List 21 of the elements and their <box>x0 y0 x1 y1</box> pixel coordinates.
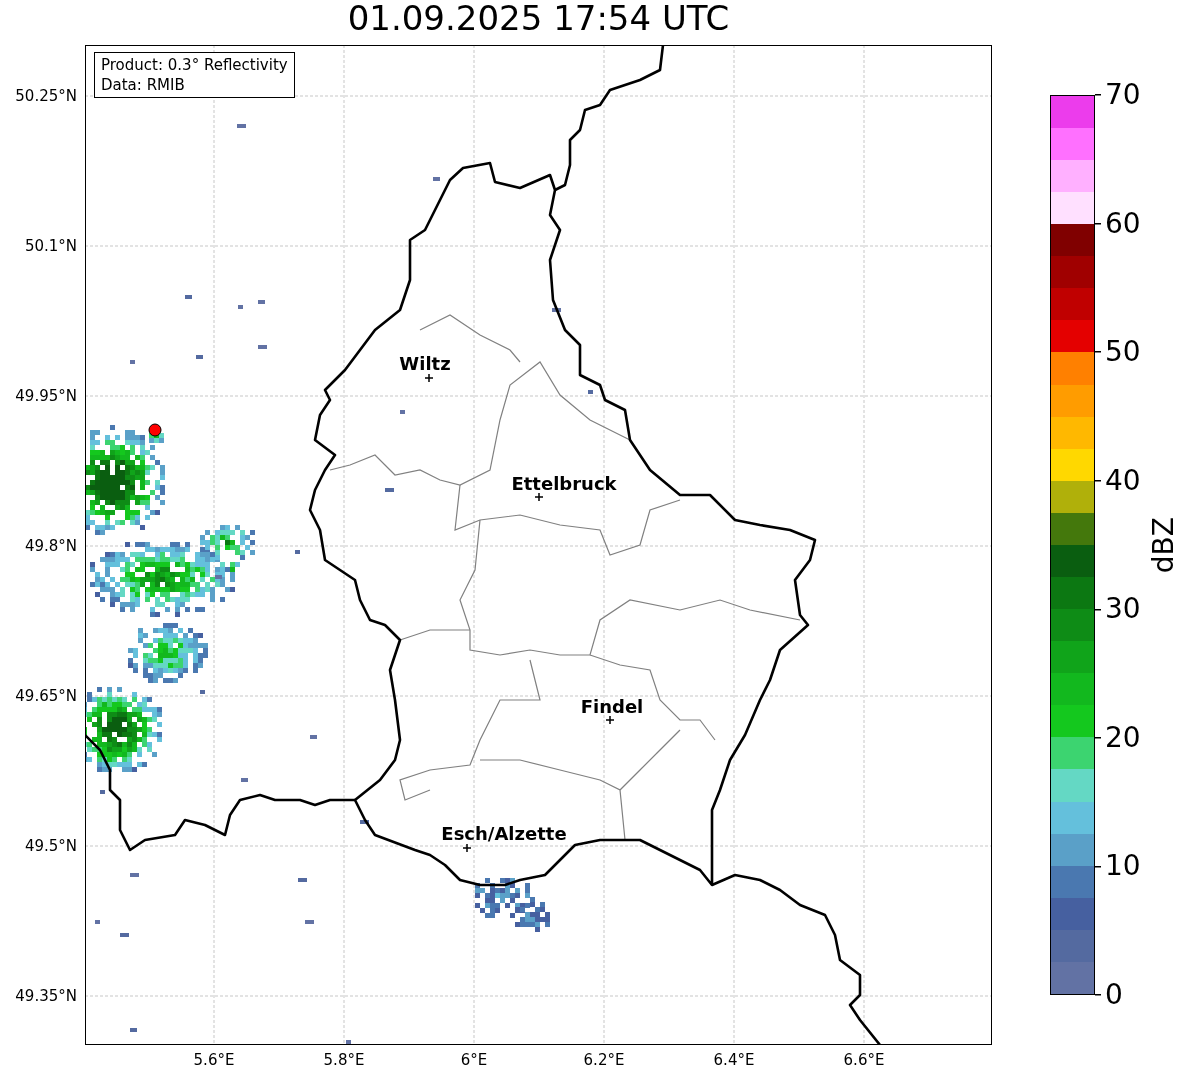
axis-tick-label: 5.6°E <box>192 1050 236 1071</box>
axis-tick-label: 49.95°N <box>15 386 78 406</box>
city-label: Findel <box>580 695 644 717</box>
city-label: Esch/Alzette <box>441 822 567 844</box>
axis-tick-label: 50.1°N <box>24 236 78 256</box>
city-label: Wiltz <box>399 352 451 374</box>
axis-tick-label: 6.4°E <box>712 1050 756 1071</box>
city-label: Ettelbruck <box>511 472 617 494</box>
axis-tick-label: 49.5°N <box>24 836 78 856</box>
axis-tick-label: 49.35°N <box>15 986 78 1006</box>
axis-tick-label: 5.8°E <box>322 1050 366 1071</box>
colorbar-label: dBZ <box>1146 516 1180 574</box>
axis-tick-label: 50.25°N <box>15 86 78 106</box>
axis-tick-label: 49.8°N <box>24 536 78 556</box>
chart-title: 01.09.2025 17:54 UTC <box>346 0 731 40</box>
info-text: Data: RMIB <box>101 75 186 95</box>
axis-tick-label: 49.65°N <box>15 686 78 706</box>
axis-tick-label: 6°E <box>459 1050 489 1071</box>
info-text: Product: 0.3° Reflectivity <box>101 55 288 75</box>
axis-tick-label: 6.2°E <box>582 1050 626 1071</box>
axis-tick-label: 6.6°E <box>842 1050 886 1071</box>
